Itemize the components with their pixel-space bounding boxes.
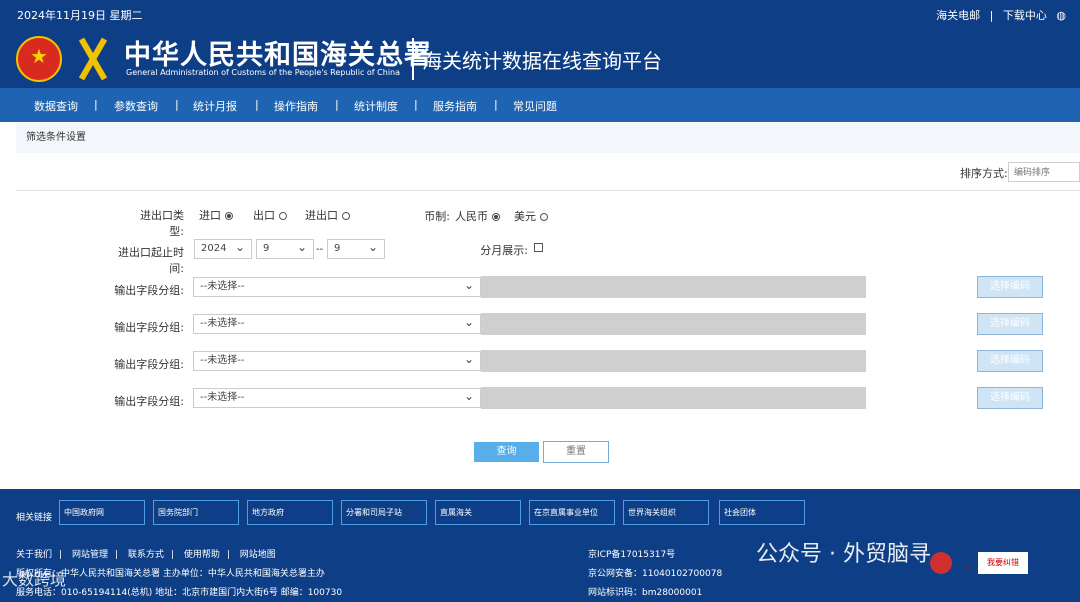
nav-separator: | [414,98,418,111]
reset-button[interactable]: 重置 [543,441,609,463]
field-group-label: 输出字段分组: [114,321,184,334]
magnifier-icon: ⌕ [964,559,971,573]
selected-codes-box [481,313,866,335]
footer-nav: 关于我们 | 网站管理 | 联系方式 | 使用帮助 | 网站地图 [16,550,276,560]
currency-label: 币制: [424,210,450,223]
nav-service-guide[interactable]: 服务指南 [433,98,477,114]
wechat-watermark: 公众号 · 外贸脑寻 [756,542,931,567]
nav-separator: | [255,98,259,111]
field-group-label: 输出字段分组: [114,358,184,371]
date-text: 2024年11月19日 星期二 [17,9,143,22]
footer-link-social[interactable]: 社会团体 [719,500,805,525]
field-select[interactable]: --未选择-- [193,387,481,408]
customs-badge-icon [70,36,116,82]
footer-link-sub-bureaus[interactable]: 分署和司局子站 [341,500,427,525]
import-option[interactable]: 进口 [199,207,233,223]
divider-line [16,190,1080,191]
footer-link-direct-customs[interactable]: 直属海关 [435,500,521,525]
usd-radio[interactable] [540,213,548,221]
import-export-option[interactable]: 进出口 [305,207,350,223]
nav-separator: | [494,98,498,111]
export-label: 出口 [253,209,275,222]
nav-separator: | [94,98,98,111]
nav-separator: | [175,98,179,111]
field-select[interactable]: --未选择-- [193,350,481,371]
date-separator: -- [316,244,324,255]
left-watermark: 大数跨境 [2,570,67,589]
title-divider [412,38,414,80]
footer-contact-link[interactable]: 联系方式 [128,550,164,560]
import-radio[interactable] [225,212,233,220]
time-label: 进出口起止时间: [118,246,184,275]
download-center-link[interactable]: 下载中心 [1003,9,1047,22]
footer-link-wco[interactable]: 世界海关组织 [623,500,709,525]
monthly-checkbox[interactable] [534,243,543,252]
nav-parameter-query[interactable]: 参数查询 [114,98,158,114]
field-group-label: 输出字段分组: [114,284,184,297]
usd-option[interactable]: 美元 [514,208,548,224]
customs-email-link[interactable]: 海关电邮 [936,9,980,22]
footer-link-local-gov[interactable]: 地方政府 [247,500,333,525]
nav-separator: | [335,98,339,111]
nav-guide[interactable]: 操作指南 [274,98,318,114]
footer-help-link[interactable]: 使用帮助 [184,550,220,560]
national-emblem-icon [16,36,62,82]
police-record-text: 京公网安备：11040102700078 [588,569,723,579]
footer-about-link[interactable]: 关于我们 [16,550,52,560]
related-links-label: 相关链接 [16,513,53,523]
field-select[interactable]: --未选择-- [193,276,481,297]
choose-code-button[interactable]: 选择编码 [977,350,1043,372]
main-nav: 数据查询 | 参数查询 | 统计月报 | 操作指南 | 统计制度 | 服务指南 … [0,88,1080,122]
field-group-label: 输出字段分组: [114,395,184,408]
sort-input[interactable] [1008,162,1080,182]
site-title-en: General Administration of Customs of the… [126,68,401,77]
nav-monthly-report[interactable]: 统计月报 [193,98,237,114]
site-title-cn: 中华人民共和国海关总署 [124,40,432,71]
rmb-radio[interactable] [492,213,500,221]
choose-code-button[interactable]: 选择编码 [977,387,1043,409]
selected-codes-box [481,387,866,409]
export-option[interactable]: 出口 [253,207,287,223]
trade-type-label: 进出口类型: [140,209,184,238]
nav-data-query[interactable]: 数据查询 [34,98,78,114]
year-select[interactable]: 2024 [194,238,252,259]
filter-settings-header: 筛选条件设置 [16,123,1080,153]
footer-link-institutions[interactable]: 在京直属事业单位 [529,500,615,525]
nav-statistics-system[interactable]: 统计制度 [354,98,398,114]
import-export-radio[interactable] [342,212,350,220]
rmb-option[interactable]: 人民币 [455,208,500,224]
footer-admin-link[interactable]: 网站管理 [72,550,108,560]
footer-sitemap-link[interactable]: 网站地图 [240,550,276,560]
selected-codes-box [481,350,866,372]
import-label: 进口 [199,209,221,222]
government-badge-icon [930,552,952,574]
weibo-icon[interactable]: ◍ [1056,9,1066,22]
rmb-label: 人民币 [455,210,488,223]
selected-codes-box [481,276,866,298]
monthly-label: 分月展示: [480,244,528,257]
icp-text: 京ICP备17015317号 [588,550,676,560]
footer-link-state-council[interactable]: 国务院部门 [153,500,239,525]
footer-link-gov[interactable]: 中国政府网 [59,500,145,525]
error-report-badge[interactable]: ⌕ 我要纠错 [964,552,1028,574]
import-export-label: 进出口 [305,209,338,222]
header-links: 海关电邮 | 下载中心 ◍ [936,9,1066,22]
error-report-label: 我要纠错 [987,558,1019,567]
sort-label: 排序方式: [960,167,1008,180]
nav-faq[interactable]: 常见问题 [513,98,557,114]
start-month-select[interactable]: 9 [256,238,314,259]
field-select[interactable]: --未选择-- [193,313,481,334]
site-header: 2024年11月19日 星期二 海关电邮 | 下载中心 ◍ 中华人民共和国海关总… [0,0,1080,88]
site-code-text: 网站标识码：bm28000001 [588,588,703,598]
platform-title: 海关统计数据在线查询平台 [422,49,662,73]
query-button[interactable]: 查询 [474,442,539,462]
choose-code-button[interactable]: 选择编码 [977,276,1043,298]
export-radio[interactable] [279,212,287,220]
end-month-select[interactable]: 9 [327,238,385,259]
usd-label: 美元 [514,210,536,223]
choose-code-button[interactable]: 选择编码 [977,313,1043,335]
